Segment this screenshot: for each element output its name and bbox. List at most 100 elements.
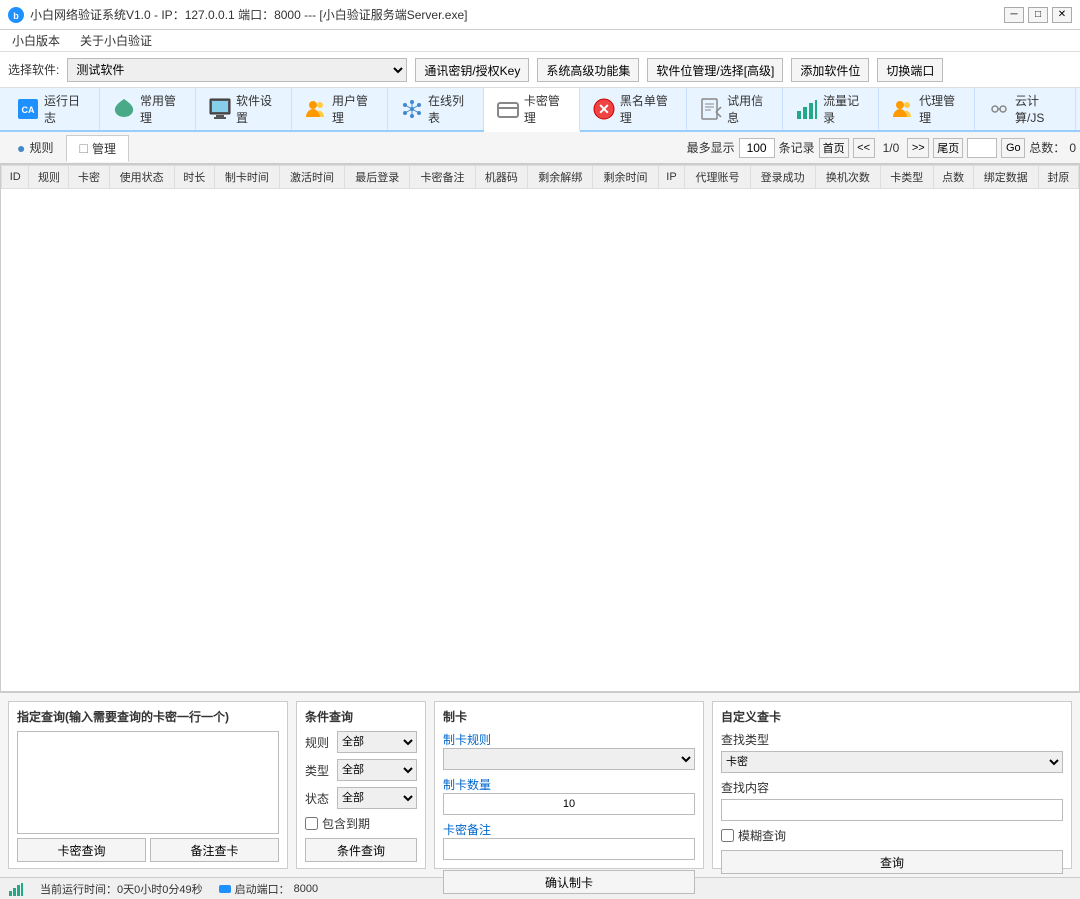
menu-xiaobai-version[interactable]: 小白版本	[8, 31, 64, 50]
card-section: 制卡 制卡规则 制卡数量 卡密备注 确认制卡	[434, 701, 704, 869]
col-activate-time: 激活时间	[279, 166, 344, 189]
app-icon: b	[8, 7, 24, 23]
find-type-select[interactable]: 卡密	[721, 751, 1063, 773]
nav-blacklist[interactable]: ✕ 黑名单管理	[580, 88, 687, 130]
custom-section: 自定义查卡 查找类型 卡密 查找内容 模糊查询 查询	[712, 701, 1072, 869]
blacklist-icon: ✕	[592, 97, 616, 121]
nav-flow-log[interactable]: 流量记录	[783, 88, 879, 130]
software-position-button[interactable]: 软件位管理/选择[高级]	[647, 58, 783, 82]
tab-manage[interactable]: □ 管理	[66, 135, 128, 162]
nav-agent-mgmt[interactable]: 代理管理	[879, 88, 975, 130]
card-remark-input[interactable]	[443, 838, 695, 860]
condition-query-button[interactable]: 条件查询	[305, 838, 417, 862]
menu-about[interactable]: 关于小白验证	[76, 31, 156, 50]
custom-section-title: 自定义查卡	[721, 708, 1063, 725]
nav-agent-mgmt-label: 代理管理	[919, 92, 962, 126]
find-content-input[interactable]	[721, 799, 1063, 821]
nav-cloud-calc[interactable]: 云计算/JS	[975, 88, 1076, 130]
tab-rules-label: 规则	[29, 139, 53, 156]
confirm-card-button[interactable]: 确认制卡	[443, 870, 695, 894]
fuzzy-label: 模糊查询	[738, 827, 786, 844]
bar-chart-icon	[8, 881, 24, 897]
nav-online-list[interactable]: 在线列表	[388, 88, 484, 130]
software-select-label: 选择软件:	[8, 61, 59, 78]
nav-card-mgmt-label: 卡密管理	[524, 92, 567, 126]
status-row: 状态 全部	[305, 787, 417, 809]
col-points: 点数	[933, 166, 973, 189]
card-rule-select[interactable]	[443, 748, 695, 770]
window-controls: ─ □ ✕	[1004, 7, 1072, 23]
fuzzy-row: 模糊查询	[721, 827, 1063, 844]
rule-select[interactable]: 全部	[337, 731, 417, 753]
prev-page-button[interactable]: <<	[853, 138, 875, 158]
online-list-icon	[400, 97, 424, 121]
remark-query-button[interactable]: 备注查卡	[150, 838, 279, 862]
nav-card-mgmt[interactable]: 卡密管理	[484, 88, 580, 132]
add-software-button[interactable]: 添加软件位	[791, 58, 869, 82]
nav-software-settings[interactable]: 软件设置	[196, 88, 292, 130]
type-select[interactable]: 全部	[337, 759, 417, 781]
max-display-input[interactable]: 100	[739, 138, 775, 158]
max-display-label: 最多显示	[687, 139, 735, 156]
custom-query-button[interactable]: 查询	[721, 850, 1063, 874]
runtime-label: 当前运行时间：0天0小时0分49秒	[40, 881, 203, 897]
nav-run-log[interactable]: CA 运行日志	[4, 88, 100, 130]
col-remaining-time: 剩余时间	[593, 166, 658, 189]
close-button[interactable]: ✕	[1052, 7, 1072, 23]
port-value: 8000	[294, 883, 318, 895]
nav-user-mgmt[interactable]: 用户管理	[292, 88, 388, 130]
nav-cloud-calc-label: 云计算/JS	[1015, 92, 1063, 126]
toolbar-row: 选择软件: 测试软件 通讯密钥/授权Key 系统高级功能集 软件位管理/选择[高…	[0, 52, 1080, 88]
next-page-button[interactable]: >>	[907, 138, 929, 158]
nav-common-mgmt[interactable]: 常用管理	[100, 88, 196, 130]
tab-rules[interactable]: ● 规则	[4, 134, 66, 161]
svg-text:b: b	[13, 11, 19, 21]
restore-button[interactable]: □	[1028, 7, 1048, 23]
go-button[interactable]: Go	[1001, 138, 1025, 158]
search-textarea[interactable]	[17, 731, 279, 834]
nav-common-mgmt-label: 常用管理	[140, 92, 183, 126]
menu-bar: 小白版本 关于小白验证	[0, 30, 1080, 52]
rule-label: 规则	[305, 734, 333, 751]
svg-text:CA: CA	[22, 105, 35, 115]
status-label: 状态	[305, 790, 333, 807]
card-rule-label: 制卡规则	[443, 733, 491, 747]
nav-flow-log-label: 流量记录	[823, 92, 866, 126]
auth-key-button[interactable]: 通讯密钥/授权Key	[415, 58, 529, 82]
software-select[interactable]: 测试软件	[67, 58, 407, 82]
nav-software-settings-label: 软件设置	[236, 92, 279, 126]
minimize-button[interactable]: ─	[1004, 7, 1024, 23]
status-chart-icon	[8, 881, 24, 897]
flow-log-icon	[795, 97, 819, 121]
table-container[interactable]: ID 规则 卡密 使用状态 时长 制卡时间 激活时间 最后登录 卡密备注 机器码…	[0, 164, 1080, 692]
card-count-input[interactable]	[443, 793, 695, 815]
pagination-area: 最多显示 100 条记录 首页 << 1/0 >> 尾页 Go 总数： 0	[687, 138, 1076, 158]
port-label: 启动端口：	[235, 881, 290, 897]
last-page-button[interactable]: 尾页	[933, 138, 963, 158]
fuzzy-query-checkbox[interactable]	[721, 829, 734, 842]
cloud-calc-icon	[987, 97, 1011, 121]
trial-info-icon	[699, 97, 723, 121]
col-last-login: 最后登录	[345, 166, 410, 189]
total-label: 总数：	[1029, 139, 1065, 156]
records-label: 条记录	[779, 139, 815, 156]
card-remark-label: 卡密备注	[443, 823, 491, 837]
condition-section-title: 条件查询	[305, 708, 417, 725]
card-query-button[interactable]: 卡密查询	[17, 838, 146, 862]
status-select[interactable]: 全部	[337, 787, 417, 809]
go-page-input[interactable]	[967, 138, 997, 158]
include-expired-checkbox[interactable]	[305, 817, 318, 830]
first-page-button[interactable]: 首页	[819, 138, 849, 158]
svg-text:✕: ✕	[598, 101, 610, 117]
col-rule: 规则	[29, 166, 69, 189]
search-section: 指定查询(输入需要查询的卡密一行一个) 卡密查询 备注查卡	[8, 701, 288, 869]
switch-port-button[interactable]: 切换端口	[877, 58, 943, 82]
col-card: 卡密	[69, 166, 109, 189]
col-seal-reason: 封原	[1038, 166, 1078, 189]
tab-manage-icon: □	[79, 140, 87, 156]
advanced-features-button[interactable]: 系统高级功能集	[537, 58, 639, 82]
agent-mgmt-icon	[891, 97, 915, 121]
nav-trial-info[interactable]: 试用信息	[687, 88, 783, 130]
title-text: 小白网络验证系统V1.0 - IP：127.0.0.1 端口：8000 --- …	[30, 6, 467, 23]
col-remaining-unbind: 剩余解绑	[528, 166, 593, 189]
